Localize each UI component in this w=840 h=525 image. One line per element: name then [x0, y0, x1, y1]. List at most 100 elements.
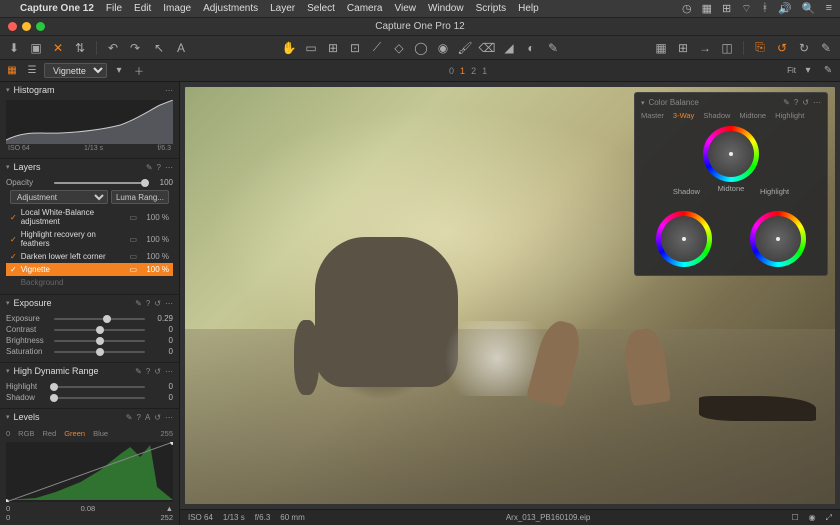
brightness-slider[interactable]: [54, 340, 145, 342]
panel-menu-icon[interactable]: ⋯: [165, 299, 173, 308]
menu-edit[interactable]: Edit: [134, 3, 151, 14]
saturation-slider[interactable]: [54, 351, 145, 353]
arrow-view-icon[interactable]: →: [697, 40, 713, 56]
contrast-slider[interactable]: [54, 329, 145, 331]
contact-sheet-icon[interactable]: ▦: [653, 40, 669, 56]
panel-help-icon[interactable]: ?: [146, 299, 150, 308]
layer-selector[interactable]: Vignette: [44, 63, 107, 78]
panel-reset-icon[interactable]: ↺: [154, 367, 161, 376]
menu-adjustments[interactable]: Adjustments: [203, 3, 258, 14]
panel-title[interactable]: Layers: [14, 162, 142, 172]
import-icon[interactable]: ⬇: [6, 40, 22, 56]
highlight-slider[interactable]: [54, 386, 145, 388]
crop-tool-icon[interactable]: ⊡: [347, 40, 363, 56]
cb-tab-midtone[interactable]: Midtone: [739, 111, 766, 120]
checkmark-icon[interactable]: ✓: [10, 252, 17, 261]
chevron-down-icon[interactable]: ▾: [111, 63, 127, 79]
brush-icon[interactable]: ✎: [783, 98, 790, 107]
close-window-button[interactable]: [8, 22, 17, 31]
highlight-wheel[interactable]: [750, 211, 806, 267]
menu-window[interactable]: Window: [428, 3, 464, 14]
calendar-icon[interactable]: ▦: [702, 2, 712, 16]
levels-histogram[interactable]: [6, 442, 173, 502]
collapse-icon[interactable]: ▾: [641, 99, 645, 107]
shadow-wheel[interactable]: [656, 211, 712, 267]
cb-tab-highlight[interactable]: Highlight: [775, 111, 804, 120]
levels-ch-green[interactable]: Green: [64, 429, 85, 438]
redo-icon[interactable]: ↷: [127, 40, 143, 56]
panel-title[interactable]: High Dynamic Range: [14, 366, 132, 376]
add-layer-icon[interactable]: ＋: [131, 63, 147, 79]
list-mode-icon[interactable]: ☰: [24, 63, 40, 79]
undo-icon[interactable]: ↶: [105, 40, 121, 56]
pencil-icon[interactable]: ✎: [820, 63, 836, 79]
fit-chevron-icon[interactable]: ▾: [800, 63, 816, 79]
panel-help-icon[interactable]: ?: [137, 413, 141, 422]
levels-ch-red[interactable]: Red: [42, 429, 56, 438]
menu-camera[interactable]: Camera: [347, 3, 383, 14]
rotate-cw-icon[interactable]: ↻: [796, 40, 812, 56]
menu-icon[interactable]: ≡: [826, 2, 832, 16]
volume-icon[interactable]: 🔊: [778, 2, 792, 16]
menu-scripts[interactable]: Scripts: [476, 3, 507, 14]
collapse-icon[interactable]: ▾: [6, 163, 10, 171]
rotate-ccw-icon[interactable]: ↺: [774, 40, 790, 56]
panel-title[interactable]: Exposure: [14, 298, 132, 308]
bluetooth-icon[interactable]: ᚼ: [762, 2, 769, 16]
levels-ch-rgb[interactable]: RGB: [18, 429, 34, 438]
rating-box-icon[interactable]: ☐: [791, 513, 798, 522]
layer-item-background[interactable]: ✓Background: [6, 276, 173, 289]
menu-help[interactable]: Help: [518, 3, 539, 14]
gradient-tool-icon[interactable]: ◢: [501, 40, 517, 56]
levels-ch-0[interactable]: 0: [6, 429, 10, 438]
grid-tool-icon[interactable]: ⊞: [325, 40, 341, 56]
menu-select[interactable]: Select: [307, 3, 335, 14]
panel-menu-icon[interactable]: ⋯: [165, 367, 173, 376]
grid-view-icon[interactable]: ⊞: [675, 40, 691, 56]
checkmark-icon[interactable]: ✓: [10, 265, 17, 274]
menu-layer[interactable]: Layer: [270, 3, 295, 14]
checkmark-icon[interactable]: ✓: [10, 213, 17, 222]
brush-tool-icon[interactable]: 🖌: [457, 40, 473, 56]
radial-tool-icon[interactable]: ◐: [523, 40, 539, 56]
tag-icon[interactable]: ◉: [809, 513, 816, 522]
shadow-slider[interactable]: [54, 397, 145, 399]
crosshair-icon[interactable]: ✕: [50, 40, 66, 56]
hand-tool-icon[interactable]: ✋: [281, 40, 297, 56]
layer-count-1[interactable]: 1: [460, 66, 465, 76]
grid-icon[interactable]: ⊞: [722, 2, 731, 16]
panel-menu-icon[interactable]: ⋯: [165, 163, 173, 172]
color-balance-panel[interactable]: ▾ Color Balance ✎ ? ↺ ⋯ Master 3-Way Sha…: [634, 92, 828, 276]
exposure-slider[interactable]: [54, 318, 145, 320]
panel-help-icon[interactable]: ?: [146, 367, 150, 376]
checkmark-icon[interactable]: ✓: [10, 235, 17, 244]
panel-reset-icon[interactable]: ↺: [154, 299, 161, 308]
straighten-icon[interactable]: ⟋: [369, 40, 385, 56]
collapse-icon[interactable]: ▾: [6, 413, 10, 421]
wifi-icon[interactable]: ⌔: [741, 2, 751, 16]
clock-icon[interactable]: ◷: [682, 2, 692, 16]
cb-tab-3way[interactable]: 3-Way: [673, 111, 694, 120]
menu-image[interactable]: Image: [163, 3, 191, 14]
brush-icon[interactable]: ✎: [135, 367, 142, 376]
midtone-wheel[interactable]: [703, 126, 759, 182]
layer-count-0[interactable]: 0: [449, 66, 454, 76]
circle-tool-icon[interactable]: ◉: [435, 40, 451, 56]
minimize-window-button[interactable]: [22, 22, 31, 31]
panel-reset-icon[interactable]: ↺: [154, 413, 161, 422]
luma-range-button[interactable]: Luma Rang...: [111, 190, 169, 204]
app-menu[interactable]: Capture One 12: [20, 3, 94, 14]
panel-help-icon[interactable]: ?: [157, 163, 161, 172]
layer-item[interactable]: ✓Local White-Balance adjustment▭100 %: [6, 206, 173, 228]
camera-icon[interactable]: ▣: [28, 40, 44, 56]
tools-sidebar[interactable]: ▾ Histogram ⋯ ISO 64 1/13 s f/6.3: [0, 82, 180, 525]
text-tool-icon[interactable]: A: [173, 40, 189, 56]
cb-tab-master[interactable]: Master: [641, 111, 664, 120]
brush-icon[interactable]: ✎: [135, 299, 142, 308]
thumbnail-mode-icon[interactable]: ▦: [4, 63, 20, 79]
layer-count-3[interactable]: 1: [482, 66, 487, 76]
layer-item[interactable]: ✓Darken lower left corner▭100 %: [6, 250, 173, 263]
cb-tab-shadow[interactable]: Shadow: [703, 111, 730, 120]
panel-menu-icon[interactable]: ⋯: [813, 98, 821, 107]
panel-title[interactable]: Histogram: [14, 85, 161, 95]
